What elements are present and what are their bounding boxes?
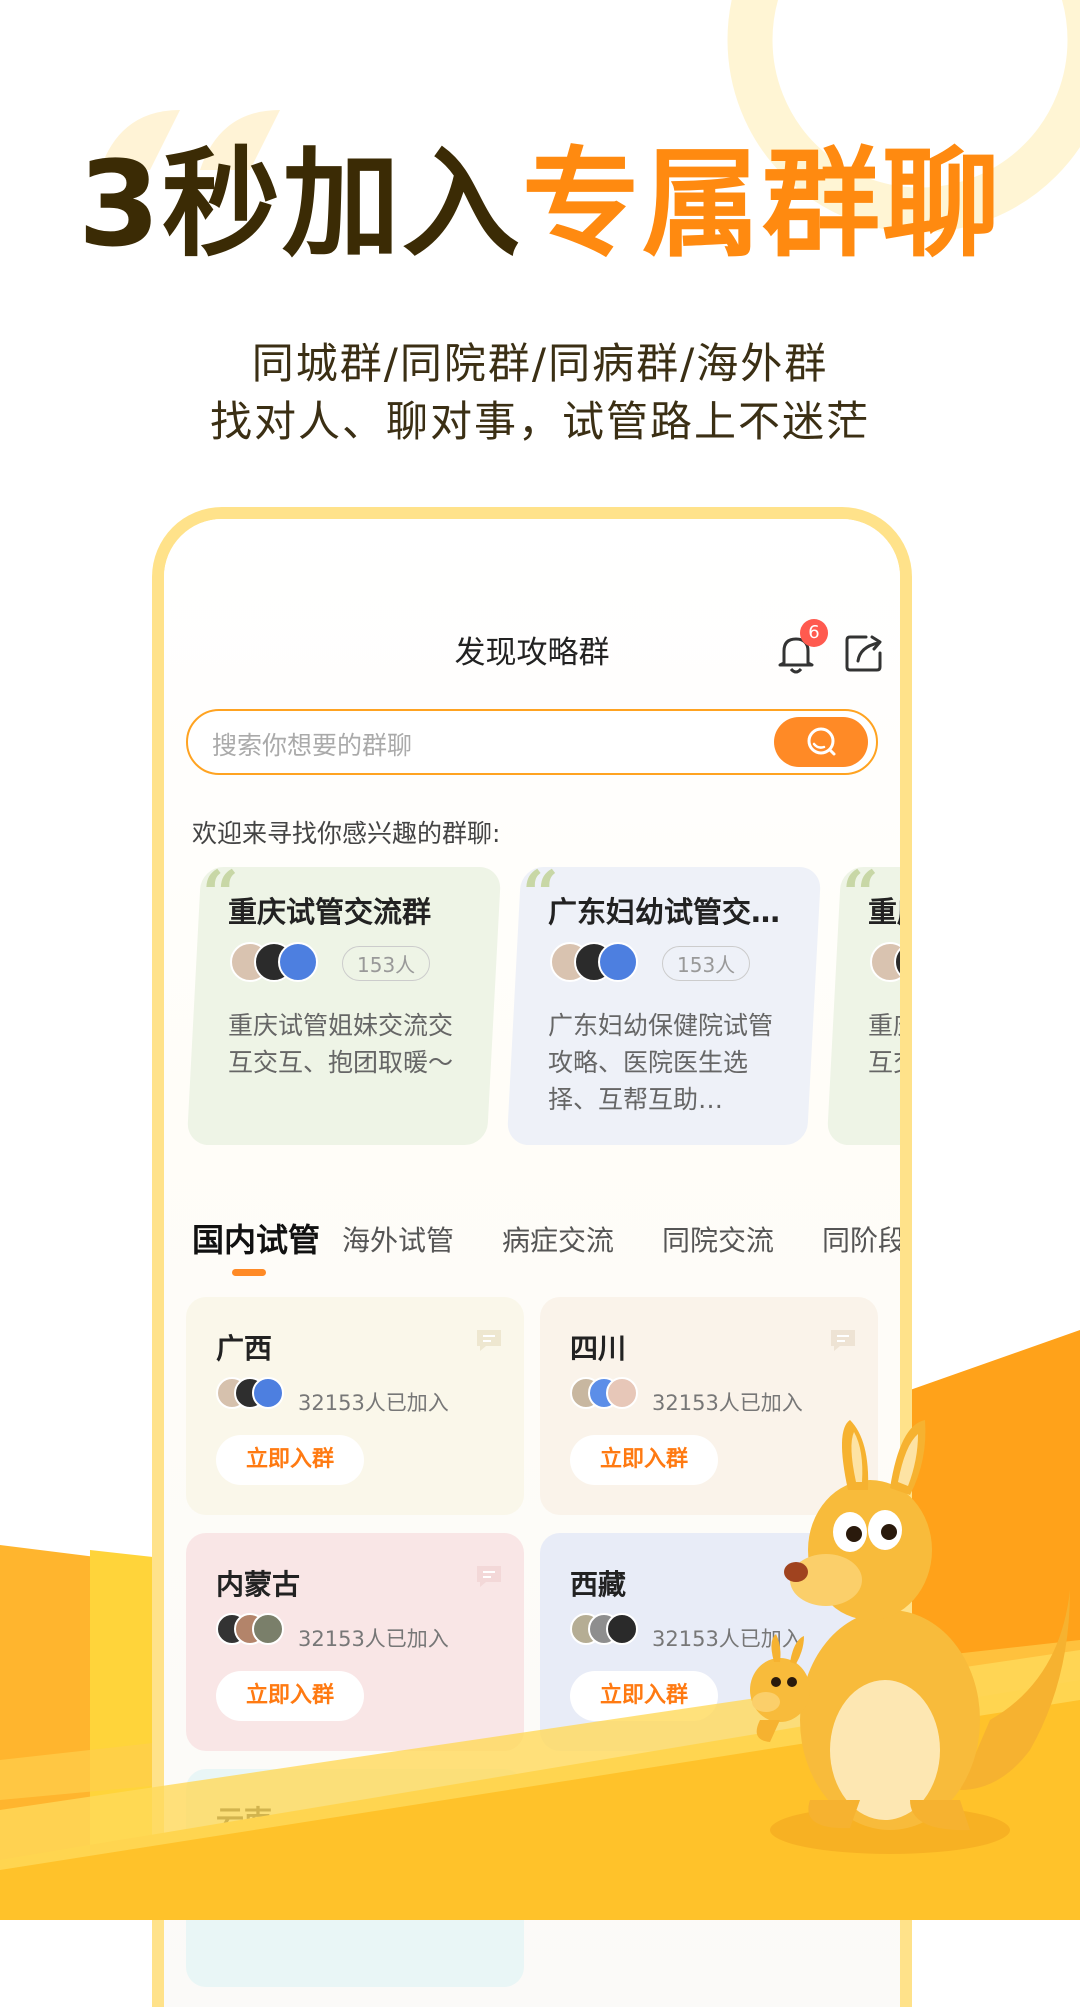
- active-tab-indicator: [232, 1269, 266, 1276]
- tab-overseas[interactable]: 海外试管: [342, 1219, 454, 1259]
- region-group-card[interactable]: 广西 32153人已加入 立即入群: [186, 1297, 524, 1515]
- member-count-badge: 153人: [342, 946, 431, 981]
- avatar: [278, 942, 318, 982]
- joined-count: 32153人已加入: [652, 1391, 803, 1415]
- chat-bubble-icon: [477, 1330, 501, 1351]
- joined-count: 32153人已加入: [298, 1391, 449, 1415]
- group-name: 重庆试管交流群: [228, 895, 432, 929]
- avatar: [870, 942, 900, 982]
- hero-title: 3秒加入专属群聊: [0, 145, 1080, 263]
- member-avatars: [870, 942, 900, 984]
- member-avatars: [230, 942, 330, 984]
- join-group-button[interactable]: 立即入群: [570, 1435, 718, 1485]
- featured-group-card[interactable]: “ 重庆试管交流群 153人 重庆试管姐妹交流交互交互、抱团取暖～: [186, 857, 502, 1145]
- hero-title-orange: 专属群聊: [522, 135, 1003, 273]
- tab-domestic[interactable]: 国内试管: [192, 1215, 320, 1261]
- group-description: 重庆互交: [868, 1011, 912, 1077]
- tab-same-hospital[interactable]: 同院交流: [662, 1219, 774, 1259]
- region-name: 广西: [216, 1332, 273, 1365]
- member-avatars: [216, 1377, 296, 1415]
- member-avatars: [550, 942, 650, 984]
- member-avatars: [570, 1377, 650, 1415]
- tab-same-stage[interactable]: 同阶段: [822, 1219, 900, 1259]
- member-count-badge: 153人: [662, 946, 751, 981]
- join-group-button[interactable]: 立即入群: [216, 1435, 364, 1485]
- hero-subtitle-line2: 找对人、聊对事，试管路上不迷茫: [209, 397, 870, 446]
- group-description: 重庆试管姐妹交流交互交互、抱团取暖～: [228, 1011, 454, 1077]
- welcome-text: 欢迎来寻找你感兴趣的群聊:: [192, 819, 501, 848]
- chat-bubble-icon: [831, 1330, 855, 1351]
- share-icon[interactable]: [844, 633, 884, 673]
- search-bar[interactable]: 搜索你想要的群聊: [186, 709, 878, 775]
- search-icon: [807, 727, 836, 756]
- hero-title-dark: 3秒加入: [77, 135, 523, 273]
- avatar: [598, 942, 638, 982]
- group-name: 广东妇幼试管交…: [548, 895, 781, 929]
- search-input[interactable]: 搜索你想要的群聊: [212, 726, 412, 762]
- featured-group-card[interactable]: “ 重庆 重庆互交: [826, 857, 912, 1145]
- search-button[interactable]: [774, 717, 868, 767]
- group-description: 广东妇幼保健院试管攻略、医院医生选择、互帮互助…: [548, 1011, 774, 1114]
- hero-subtitle-line1: 同城群/同院群/同病群/海外群: [251, 339, 829, 388]
- featured-group-card[interactable]: “ 广东妇幼试管交… 153人 广东妇幼保健院试管攻略、医院医生选择、互帮互助…: [506, 857, 822, 1145]
- tab-disease[interactable]: 病症交流: [502, 1219, 614, 1259]
- group-name: 重庆: [868, 895, 912, 929]
- kangaroo-mascot-illustration: [750, 1420, 1070, 1854]
- region-name: 四川: [570, 1332, 627, 1365]
- notification-badge: 6: [800, 619, 828, 647]
